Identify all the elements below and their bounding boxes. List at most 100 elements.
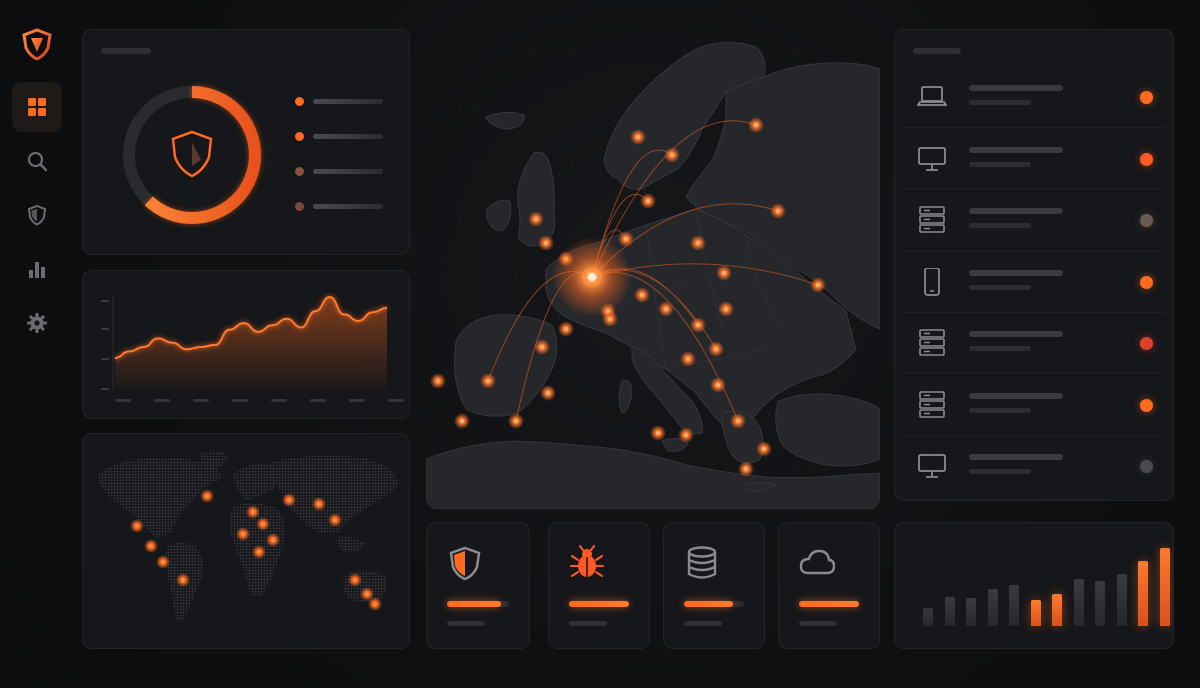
- event-bar: [1030, 600, 1041, 626]
- device-row[interactable]: [905, 129, 1165, 190]
- shield-icon: [171, 130, 213, 178]
- x-tick: [193, 399, 209, 402]
- bar-chart-icon: [29, 262, 45, 278]
- device-row[interactable]: [905, 190, 1165, 251]
- server-icon: [919, 206, 945, 233]
- security-dashboard: [0, 0, 1200, 688]
- threat-hotspot[interactable]: [312, 497, 326, 511]
- europe-attack-map[interactable]: [426, 29, 880, 509]
- event-bar: [1116, 574, 1127, 626]
- panel-title-placeholder: [913, 48, 961, 54]
- event-bar: [966, 598, 976, 626]
- activity-trend-panel: [82, 270, 410, 419]
- legend-dot: [295, 202, 304, 211]
- threat-hotspot[interactable]: [144, 539, 158, 553]
- y-tick: [101, 388, 109, 390]
- device-name-placeholder: [969, 454, 1063, 460]
- cloud-icon: [799, 549, 835, 575]
- event-bar: [944, 596, 955, 626]
- activity-line-chart: [101, 294, 404, 402]
- device-row[interactable]: [905, 313, 1165, 374]
- device-detail-placeholder: [969, 161, 1031, 167]
- device-detail-placeholder: [969, 223, 1031, 228]
- event-bar: [1159, 548, 1170, 626]
- threat-hotspot[interactable]: [328, 513, 342, 527]
- threat-hotspot[interactable]: [200, 489, 214, 503]
- stat-label-placeholder: [447, 621, 485, 626]
- y-tick: [101, 358, 109, 360]
- device-status-dot: [1140, 91, 1153, 104]
- sidebar-item-dashboard[interactable]: [12, 82, 62, 132]
- device-detail-placeholder: [969, 469, 1031, 474]
- europe-map-canvas: [426, 29, 880, 509]
- threat-hotspot[interactable]: [368, 597, 382, 611]
- monitor-icon: [918, 146, 946, 171]
- event-bar: [1073, 578, 1084, 626]
- device-row[interactable]: [905, 375, 1165, 436]
- legend-dot: [295, 97, 304, 106]
- sidebar-item-security[interactable]: [12, 190, 62, 240]
- legend-dot: [295, 167, 304, 176]
- stat-tile[interactable]: [548, 522, 650, 649]
- x-tick: [310, 399, 326, 402]
- x-tick: [232, 399, 248, 402]
- panel-title-placeholder: [101, 48, 151, 54]
- sidebar-item-search[interactable]: [12, 136, 62, 186]
- device-detail-placeholder: [969, 284, 1031, 290]
- stat-label-placeholder: [799, 621, 837, 626]
- dashboard-grid-icon: [28, 98, 46, 116]
- legend-label-placeholder: [313, 169, 383, 174]
- x-tick: [349, 399, 365, 402]
- device-status-dot: [1140, 398, 1153, 412]
- sidebar-item-settings[interactable]: [12, 298, 62, 348]
- activity-area: [115, 297, 387, 389]
- device-status-dot: [1140, 214, 1153, 227]
- threat-hotspot[interactable]: [256, 517, 270, 531]
- shield-icon: [27, 204, 47, 226]
- event-bar: [1095, 580, 1105, 626]
- search-icon: [27, 151, 48, 172]
- donut-legend-item: [295, 166, 395, 176]
- world-threat-map-panel: [82, 433, 410, 649]
- threat-hotspot[interactable]: [252, 545, 266, 559]
- stat-label-placeholder: [684, 621, 722, 626]
- stat-tile[interactable]: [663, 522, 765, 649]
- stat-progress-bar: [447, 601, 509, 607]
- event-bar: [987, 588, 998, 626]
- donut-legend-item: [295, 131, 395, 141]
- device-list-panel: [894, 29, 1174, 501]
- device-status-dot: [1140, 275, 1153, 289]
- event-bar: [923, 608, 933, 626]
- gear-icon: [27, 313, 47, 333]
- threat-hotspot[interactable]: [236, 527, 250, 541]
- threat-hotspot[interactable]: [282, 493, 296, 507]
- laptop-icon: [917, 86, 947, 106]
- legend-label-placeholder: [313, 204, 383, 209]
- y-tick: [101, 328, 109, 330]
- threat-hotspot[interactable]: [348, 573, 362, 587]
- device-status-dot: [1140, 460, 1153, 473]
- stat-progress-bar: [569, 601, 629, 607]
- device-detail-placeholder: [969, 346, 1031, 351]
- sidebar-item-analytics[interactable]: [12, 244, 62, 294]
- stat-progress-bar: [799, 601, 859, 607]
- stat-progress-bar: [684, 601, 744, 607]
- event-bar: [1138, 561, 1148, 626]
- server-icon: [919, 329, 945, 356]
- device-row[interactable]: [905, 252, 1165, 313]
- device-row[interactable]: [905, 436, 1165, 497]
- threat-hotspot[interactable]: [176, 573, 190, 587]
- device-row[interactable]: [905, 67, 1165, 128]
- logo-shield-icon: [22, 28, 52, 60]
- stat-tile[interactable]: [778, 522, 880, 649]
- stat-tile[interactable]: [426, 522, 530, 649]
- threat-hotspot[interactable]: [156, 555, 170, 569]
- device-name-placeholder: [969, 392, 1063, 399]
- device-name-placeholder: [969, 146, 1063, 153]
- bug-icon: [570, 545, 604, 577]
- threat-hotspot[interactable]: [266, 533, 280, 547]
- threat-hotspot[interactable]: [246, 505, 260, 519]
- threat-hotspot[interactable]: [130, 519, 144, 533]
- donut-chart: [123, 86, 261, 224]
- shield-half-icon: [449, 546, 481, 581]
